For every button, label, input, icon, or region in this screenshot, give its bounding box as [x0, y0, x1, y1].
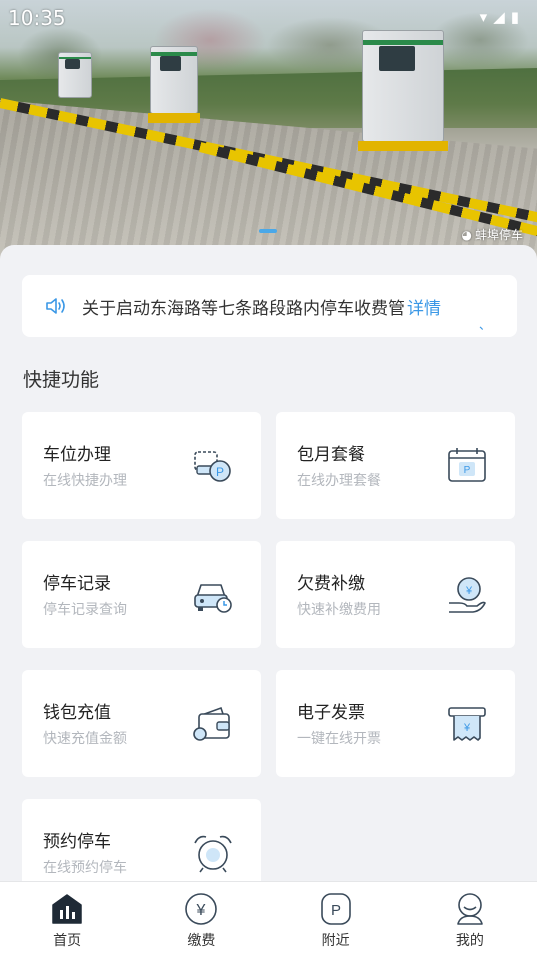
- home-chart-icon: [52, 894, 82, 924]
- hand-coin-icon: ¥: [449, 577, 486, 613]
- notice-bar[interactable]: 关于启动东海路等七条路段路内停车收费管 详情 、: [22, 275, 517, 337]
- card-subtitle: 快速充值金额: [43, 731, 127, 747]
- card-arrears-payment[interactable]: 欠费补缴 快速补缴费用 ¥: [276, 541, 515, 648]
- charging-station: [148, 46, 200, 123]
- svg-text:P: P: [216, 465, 224, 479]
- card-subtitle: 一键在线开票: [297, 731, 381, 747]
- card-title: 包月套餐: [297, 445, 365, 465]
- card-subtitle: 在线预约停车: [43, 860, 127, 876]
- card-title: 电子发票: [297, 703, 365, 723]
- battery-icon: ▮: [510, 8, 525, 26]
- card-monthly-package[interactable]: 包月套餐 在线办理套餐 P: [276, 412, 515, 519]
- tab-mine[interactable]: 我的: [403, 882, 537, 956]
- user-icon: [457, 893, 483, 925]
- section-title: 快捷功能: [23, 369, 100, 391]
- card-subtitle: 停车记录查询: [43, 602, 127, 618]
- wallet-icon: [193, 706, 230, 741]
- charging-station: [358, 30, 448, 151]
- card-subtitle: 快速补缴费用: [297, 602, 381, 618]
- status-bar-icons: ▾◢▮: [480, 8, 525, 26]
- calendar-parking-icon: P: [448, 448, 486, 482]
- notice-arrow: 、: [478, 318, 491, 332]
- card-parking-records[interactable]: 停车记录 停车记录查询: [22, 541, 261, 648]
- card-title: 钱包充值: [43, 703, 111, 723]
- card-parking-space[interactable]: 车位办理 在线快捷办理 P: [22, 412, 261, 519]
- svg-text:¥: ¥: [463, 722, 471, 734]
- tab-home[interactable]: 首页: [0, 882, 134, 956]
- svg-text:¥: ¥: [196, 902, 206, 919]
- yuan-icon: ¥: [185, 893, 218, 925]
- card-title: 欠费补缴: [297, 574, 365, 594]
- card-subtitle: 在线办理套餐: [297, 473, 381, 489]
- card-reserve-parking[interactable]: 预约停车 在线预约停车: [22, 799, 261, 881]
- status-bar-time: 10:35: [8, 6, 66, 30]
- tab-label: 我的: [455, 933, 484, 949]
- watermark-text: 蚌埠停车: [474, 228, 523, 242]
- notice-detail-link[interactable]: 详情: [407, 294, 441, 319]
- wifi-icon: ▾: [479, 8, 494, 26]
- card-wallet-recharge[interactable]: 钱包充值 快速充值金额: [22, 670, 261, 777]
- alarm-clock-icon: [194, 835, 232, 873]
- speaker-icon: [46, 298, 65, 314]
- card-title: 停车记录: [43, 574, 111, 594]
- notice-text: 关于启动东海路等七条路段路内停车收费管: [82, 298, 405, 319]
- tab-label: 附近: [321, 933, 350, 949]
- tab-payment[interactable]: ¥ 缴费: [134, 882, 268, 956]
- card-title: 预约停车: [43, 832, 111, 852]
- tab-label: 缴费: [187, 933, 216, 949]
- banner-carousel[interactable]: 10:35 ▾◢▮ ◕ 蚌埠停车: [0, 0, 537, 262]
- parking-p-icon: P: [320, 893, 351, 925]
- wechat-icon: ◕: [461, 228, 472, 242]
- signal-icon: ◢: [493, 8, 511, 26]
- charging-station: [58, 52, 92, 98]
- tab-nearby[interactable]: P 附近: [269, 882, 403, 956]
- card-title: 车位办理: [43, 445, 111, 465]
- svg-text:P: P: [331, 902, 341, 919]
- card-subtitle: 在线快捷办理: [43, 473, 127, 489]
- main-panel: 关于启动东海路等七条路段路内停车收费管 详情 、 快捷功能 车位办理 在线快捷办…: [0, 245, 537, 881]
- parking-space-icon: P: [194, 451, 231, 482]
- car-clock-icon: [194, 584, 232, 613]
- tab-label: 首页: [53, 933, 82, 949]
- card-e-invoice[interactable]: 电子发票 一键在线开票 ¥: [276, 670, 515, 777]
- svg-text:¥: ¥: [465, 585, 473, 597]
- svg-text:P: P: [464, 465, 471, 476]
- invoice-icon: ¥: [448, 707, 486, 741]
- bottom-tab-bar: 首页 ¥ 缴费 P 附近 我的: [0, 881, 537, 956]
- banner-watermark: ◕ 蚌埠停车: [462, 226, 524, 243]
- banner-indicator: [259, 229, 277, 233]
